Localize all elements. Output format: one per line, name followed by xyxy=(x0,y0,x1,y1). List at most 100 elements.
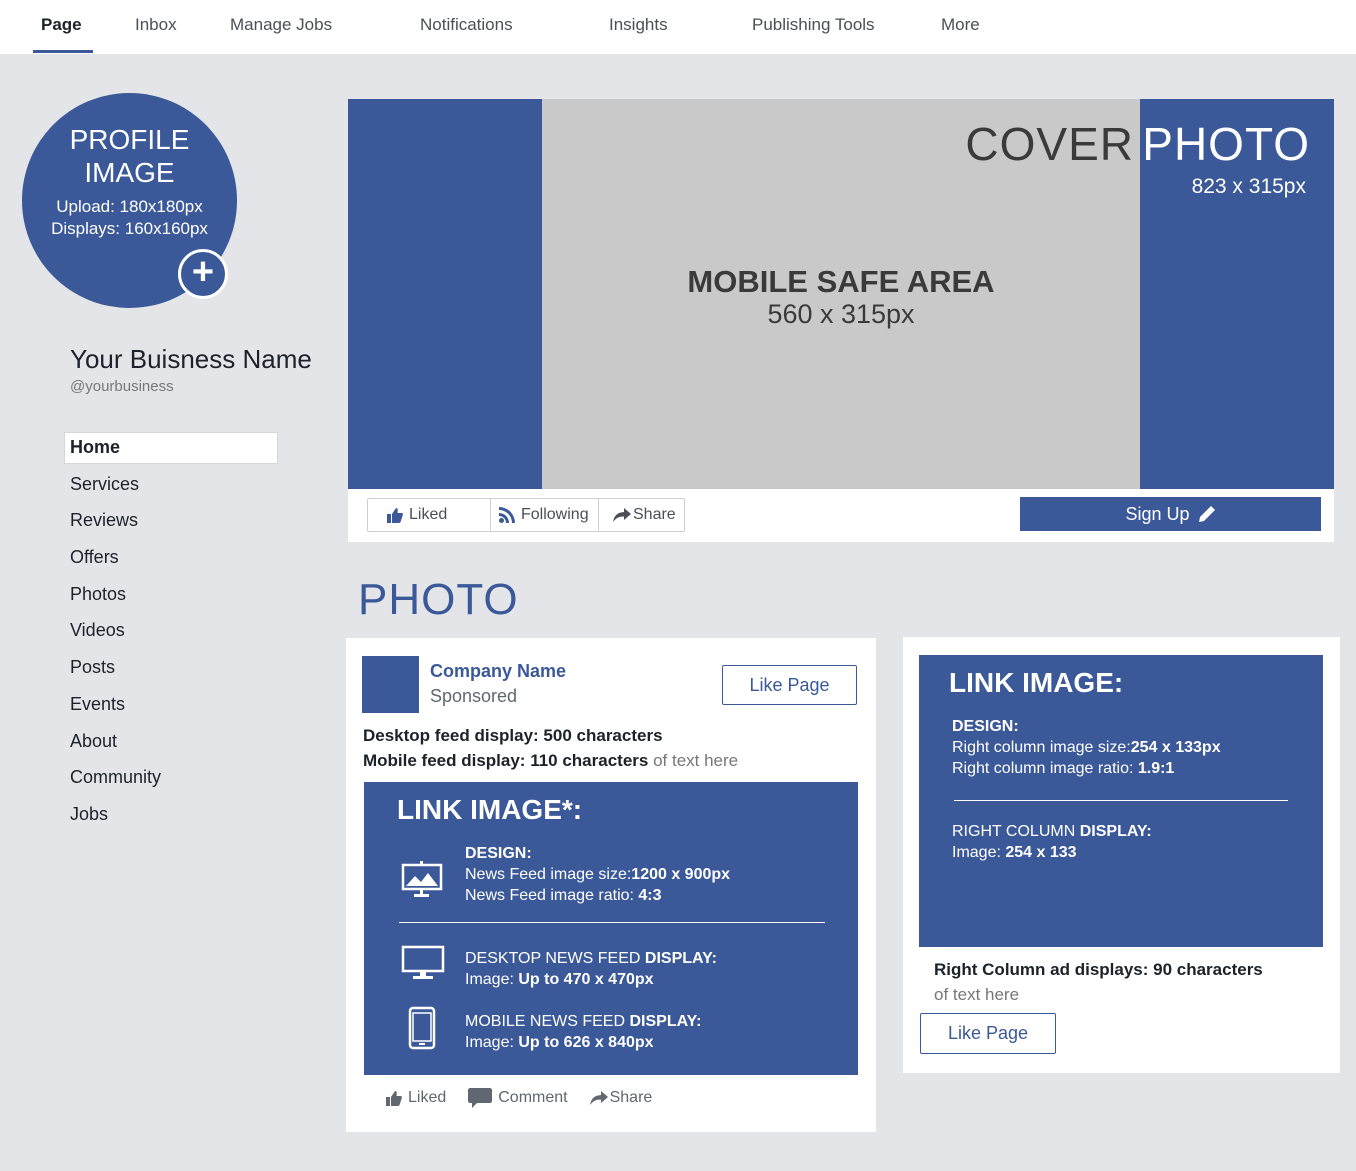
design-ratio: News Feed image ratio: 4:3 xyxy=(465,885,730,906)
company-avatar[interactable] xyxy=(362,656,419,713)
like-page-button[interactable]: Like Page xyxy=(722,665,857,705)
share-arrow-icon xyxy=(613,508,631,522)
profile-upload-size: Upload: 180x180px xyxy=(56,197,203,216)
sidebar-item-services[interactable]: Services xyxy=(64,469,278,506)
profile-display-size: Displays: 160x160px xyxy=(51,219,208,238)
desktop-monitor-icon xyxy=(401,945,445,979)
tab-page[interactable]: Page xyxy=(41,15,82,35)
following-button[interactable]: Following xyxy=(491,499,599,531)
post-footer: Liked Comment Share xyxy=(386,1088,652,1108)
desktop-display-bold: DISPLAY: xyxy=(644,950,717,967)
design-ratio-label: News Feed image ratio: xyxy=(465,887,639,904)
design-ratio-value: 4:3 xyxy=(638,887,662,904)
desktop-image-label: Image: xyxy=(465,971,519,988)
right-size-label: Right column image size: xyxy=(952,739,1131,756)
sidebar-item-reviews[interactable]: Reviews xyxy=(64,505,278,542)
divider xyxy=(399,922,825,923)
desktop-display-heading: DESKTOP NEWS FEED DISPLAY: xyxy=(465,948,717,969)
liked-button[interactable]: Liked xyxy=(368,499,491,531)
design-details: DESIGN: News Feed image size:1200 x 900p… xyxy=(465,843,730,906)
right-image-label: Image: xyxy=(952,844,1006,861)
right-ad-caption-rest: of text here xyxy=(934,985,1020,1004)
image-design-icon xyxy=(401,861,443,897)
share-arrow-icon xyxy=(589,1091,608,1105)
tab-publishing-tools[interactable]: Publishing Tools xyxy=(752,15,875,35)
post-like-label: Liked xyxy=(408,1089,447,1106)
company-name-link[interactable]: Company Name xyxy=(430,661,566,682)
cover-dimensions: 823 x 315px xyxy=(1191,175,1306,198)
right-ratio-label: Right column image ratio: xyxy=(952,760,1138,777)
mobile-phone-icon xyxy=(408,1006,436,1050)
right-design-details: DESIGN: Right column image size:254 x 13… xyxy=(952,716,1221,779)
right-column-ad: LINK IMAGE: DESIGN: Right column image s… xyxy=(903,637,1340,1073)
right-like-page-button[interactable]: Like Page xyxy=(920,1013,1056,1054)
thumbs-up-icon xyxy=(387,507,403,523)
rss-icon xyxy=(499,507,515,523)
sign-up-label: Sign Up xyxy=(1125,503,1190,524)
right-size-value: 254 x 133px xyxy=(1130,739,1221,756)
cover-photo[interactable]: MOBILE SAFE AREA 560 x 315px COVER PHOTO… xyxy=(348,99,1334,489)
sign-up-button[interactable]: Sign Up xyxy=(1020,497,1321,531)
following-label: Following xyxy=(521,506,589,523)
share-button[interactable]: Share xyxy=(599,499,684,531)
mobile-display-heading: MOBILE NEWS FEED DISPLAY: xyxy=(465,1011,701,1032)
divider xyxy=(954,800,1288,801)
add-profile-photo-button[interactable]: + xyxy=(178,249,228,299)
pencil-icon xyxy=(1198,506,1215,522)
right-display-heading: RIGHT COLUMN DISPLAY: xyxy=(952,821,1152,842)
sidebar-item-jobs[interactable]: Jobs xyxy=(64,799,278,836)
cover-title-part1: COVER xyxy=(965,118,1134,170)
mobile-image-value: Up to 626 x 840px xyxy=(518,1034,654,1051)
business-handle[interactable]: @yourbusiness xyxy=(70,378,174,395)
mobile-display-label: MOBILE NEWS FEED xyxy=(465,1013,630,1030)
mobile-feed-rest: of text here xyxy=(648,751,739,770)
thumbs-up-icon xyxy=(386,1090,402,1106)
sidebar-item-about[interactable]: About xyxy=(64,726,278,763)
share-label: Share xyxy=(633,506,676,523)
tab-inbox[interactable]: Inbox xyxy=(135,15,177,35)
desktop-image-size: Image: Up to 470 x 470px xyxy=(465,969,717,990)
right-ad-caption-bold: Right Column ad displays: 90 characters xyxy=(934,960,1263,979)
sidebar-item-videos[interactable]: Videos xyxy=(64,615,278,652)
design-label: DESIGN: xyxy=(465,845,532,862)
right-image-ratio: Right column image ratio: 1.9:1 xyxy=(952,758,1221,779)
profile-image-dimensions: Upload: 180x180px Displays: 160x160px xyxy=(22,196,237,240)
tab-notifications[interactable]: Notifications xyxy=(420,15,513,35)
right-display-label: RIGHT COLUMN xyxy=(952,823,1080,840)
post-share-button[interactable]: Share xyxy=(589,1088,652,1108)
post-like-button[interactable]: Liked xyxy=(386,1088,446,1108)
right-display-details: RIGHT COLUMN DISPLAY: Image: 254 x 133 xyxy=(952,821,1152,863)
photo-section-heading: PHOTO xyxy=(358,575,519,624)
sidebar-item-offers[interactable]: Offers xyxy=(64,542,278,579)
right-link-image-title: LINK IMAGE: xyxy=(949,667,1124,698)
post-comment-label: Comment xyxy=(498,1089,568,1106)
right-image-value: 254 x 133 xyxy=(1005,844,1077,861)
page-action-bar: Liked Following Share Sign Up xyxy=(348,489,1334,542)
business-name: Your Buisness Name xyxy=(70,344,312,374)
sidebar-item-home[interactable]: Home xyxy=(64,432,278,464)
tab-more[interactable]: More xyxy=(941,15,980,35)
sidebar-item-posts[interactable]: Posts xyxy=(64,652,278,689)
right-display-image: Image: 254 x 133 xyxy=(952,842,1152,863)
desktop-display-label: DESKTOP NEWS FEED xyxy=(465,950,645,967)
desktop-feed-text: Desktop feed display: 500 characters xyxy=(363,726,663,745)
desktop-image-value: Up to 470 x 470px xyxy=(518,971,654,988)
design-size: News Feed image size:1200 x 900px xyxy=(465,864,730,885)
plus-icon: + xyxy=(191,251,215,293)
page-action-buttons: Liked Following Share xyxy=(367,498,685,532)
mobile-feed-text: Mobile feed display: 110 characters of t… xyxy=(363,751,738,771)
post-comment-button[interactable]: Comment xyxy=(468,1088,568,1108)
comment-icon xyxy=(468,1088,493,1108)
design-size-value: 1200 x 900px xyxy=(631,866,731,883)
tab-insights[interactable]: Insights xyxy=(609,15,668,35)
sidebar-item-events[interactable]: Events xyxy=(64,689,278,726)
sponsored-label: Sponsored xyxy=(430,686,518,706)
sidebar-item-community[interactable]: Community xyxy=(64,762,278,799)
right-image-size: Right column image size:254 x 133px xyxy=(952,737,1221,758)
right-link-image-box[interactable]: LINK IMAGE: DESIGN: Right column image s… xyxy=(919,655,1323,947)
sidebar-item-photos[interactable]: Photos xyxy=(64,579,278,616)
tab-manage-jobs[interactable]: Manage Jobs xyxy=(230,15,332,35)
mobile-display-details: MOBILE NEWS FEED DISPLAY: Image: Up to 6… xyxy=(465,1011,701,1053)
cover-title-part2: PHOTO xyxy=(1142,118,1310,170)
link-image-box[interactable]: LINK IMAGE*: DESIGN: News Feed image siz… xyxy=(364,782,858,1075)
